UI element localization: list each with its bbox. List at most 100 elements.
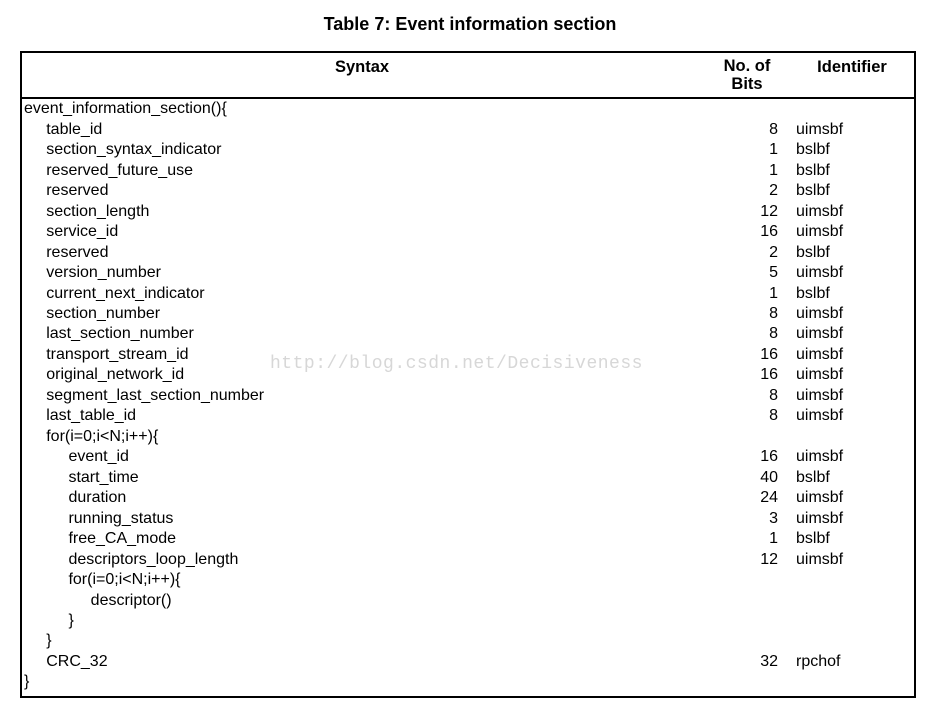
table-row: section_length12uimsbf (22, 202, 914, 222)
table-row: CRC_3232rpchof (22, 652, 914, 672)
bits-cell: 1 (702, 140, 792, 160)
table-row: reserved2bslbf (22, 181, 914, 201)
table-row: service_id16uimsbf (22, 222, 914, 242)
syntax-cell: table_id (22, 120, 702, 140)
syntax-cell: for(i=0;i<N;i++){ (22, 427, 702, 447)
identifier-cell (792, 570, 912, 590)
identifier-cell: bslbf (792, 529, 912, 549)
identifier-cell: uimsbf (792, 324, 912, 344)
syntax-cell: } (22, 611, 702, 631)
identifier-cell: uimsbf (792, 345, 912, 365)
bits-cell (702, 611, 792, 631)
bits-cell: 16 (702, 447, 792, 467)
table-row: table_id8uimsbf (22, 120, 914, 140)
syntax-cell: for(i=0;i<N;i++){ (22, 570, 702, 590)
identifier-cell: uimsbf (792, 202, 912, 222)
header-bits: No. ofBits (702, 53, 792, 97)
bits-cell: 12 (702, 550, 792, 570)
syntax-cell: } (22, 631, 702, 651)
bits-cell: 24 (702, 488, 792, 508)
syntax-cell: last_table_id (22, 406, 702, 426)
bits-cell: 8 (702, 324, 792, 344)
table-row: } (22, 631, 914, 651)
syntax-cell: free_CA_mode (22, 529, 702, 549)
identifier-cell: bslbf (792, 140, 912, 160)
syntax-cell: segment_last_section_number (22, 386, 702, 406)
syntax-cell: version_number (22, 263, 702, 283)
identifier-cell: bslbf (792, 181, 912, 201)
table-row: } (22, 611, 914, 631)
table-row: event_id16uimsbf (22, 447, 914, 467)
table-row: current_next_indicator1bslbf (22, 284, 914, 304)
syntax-cell: reserved_future_use (22, 161, 702, 181)
table-row: start_time40bslbf (22, 468, 914, 488)
table-row: original_network_id16uimsbf (22, 365, 914, 385)
bits-cell: 16 (702, 222, 792, 242)
header-identifier: Identifier (792, 53, 912, 97)
identifier-cell: uimsbf (792, 263, 912, 283)
syntax-cell: original_network_id (22, 365, 702, 385)
identifier-cell: uimsbf (792, 406, 912, 426)
bits-cell (702, 591, 792, 611)
bits-cell (702, 672, 792, 692)
identifier-cell: uimsbf (792, 222, 912, 242)
bits-cell: 16 (702, 365, 792, 385)
table-row: transport_stream_id16uimsbf (22, 345, 914, 365)
bits-cell: 3 (702, 509, 792, 529)
syntax-cell: reserved (22, 243, 702, 263)
identifier-cell: uimsbf (792, 447, 912, 467)
table-row: running_status3uimsbf (22, 509, 914, 529)
identifier-cell: uimsbf (792, 386, 912, 406)
identifier-cell: uimsbf (792, 304, 912, 324)
syntax-cell: start_time (22, 468, 702, 488)
identifier-cell: uimsbf (792, 120, 912, 140)
bits-cell: 8 (702, 406, 792, 426)
bits-cell: 1 (702, 529, 792, 549)
identifier-cell (792, 591, 912, 611)
identifier-cell: bslbf (792, 243, 912, 263)
identifier-cell: uimsbf (792, 365, 912, 385)
identifier-cell: rpchof (792, 652, 912, 672)
bits-cell (702, 99, 792, 119)
table-row: event_information_section(){ (22, 99, 914, 119)
identifier-cell (792, 672, 912, 692)
bits-cell: 40 (702, 468, 792, 488)
syntax-cell: running_status (22, 509, 702, 529)
syntax-table: Syntax No. ofBits Identifier event_infor… (20, 51, 916, 698)
bits-cell: 12 (702, 202, 792, 222)
syntax-cell: duration (22, 488, 702, 508)
bits-cell: 2 (702, 181, 792, 201)
syntax-cell: event_information_section(){ (22, 99, 702, 119)
header-syntax: Syntax (22, 53, 702, 97)
bits-cell (702, 427, 792, 447)
bits-cell: 5 (702, 263, 792, 283)
bits-cell: 1 (702, 161, 792, 181)
table-row: reserved2bslbf (22, 243, 914, 263)
table-row: segment_last_section_number8uimsbf (22, 386, 914, 406)
bits-cell: 16 (702, 345, 792, 365)
syntax-cell: section_length (22, 202, 702, 222)
syntax-cell: descriptors_loop_length (22, 550, 702, 570)
syntax-cell: service_id (22, 222, 702, 242)
table-row: reserved_future_use1bslbf (22, 161, 914, 181)
table-row: version_number5uimsbf (22, 263, 914, 283)
table-row: descriptor() (22, 591, 914, 611)
identifier-cell: uimsbf (792, 550, 912, 570)
table-row: section_syntax_indicator1bslbf (22, 140, 914, 160)
syntax-cell: CRC_32 (22, 652, 702, 672)
syntax-cell: section_number (22, 304, 702, 324)
table-row: for(i=0;i<N;i++){ (22, 427, 914, 447)
bits-cell: 8 (702, 120, 792, 140)
bits-cell: 8 (702, 304, 792, 324)
table-row: } (22, 672, 914, 692)
identifier-cell: uimsbf (792, 509, 912, 529)
syntax-cell: transport_stream_id (22, 345, 702, 365)
table-title: Table 7: Event information section (20, 14, 920, 35)
identifier-cell (792, 611, 912, 631)
syntax-cell: current_next_indicator (22, 284, 702, 304)
table-body: event_information_section(){ table_id8ui… (22, 99, 914, 696)
table-row: descriptors_loop_length12uimsbf (22, 550, 914, 570)
identifier-cell: bslbf (792, 161, 912, 181)
bits-cell (702, 631, 792, 651)
identifier-cell: bslbf (792, 468, 912, 488)
